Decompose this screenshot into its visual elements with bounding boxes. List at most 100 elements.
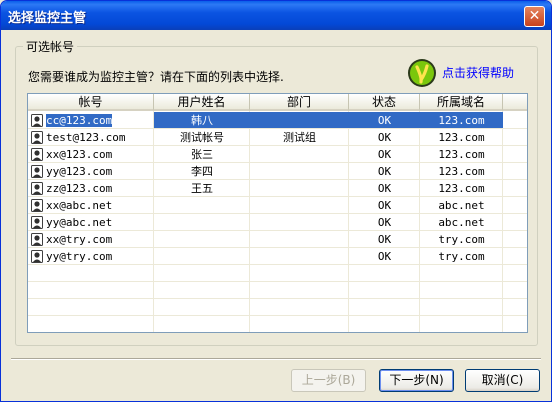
separator xyxy=(11,358,541,360)
username-cell xyxy=(154,197,250,214)
username-cell: 韩八 xyxy=(154,112,250,129)
account-text: xx@try.com xyxy=(46,233,113,246)
department-cell xyxy=(250,197,349,214)
account-text: cc@123.com xyxy=(44,113,114,128)
account-text: xx@abc.net xyxy=(46,199,113,212)
table-row[interactable]: xx@try.com OK try.com xyxy=(28,231,527,248)
username-cell: 测试帐号 xyxy=(180,131,224,144)
status-cell: OK xyxy=(377,165,392,178)
status-cell: OK xyxy=(377,199,392,212)
table-row[interactable]: zz@123.com 王五 OK 123.com xyxy=(28,180,527,197)
grid-line xyxy=(28,128,527,129)
column-header-domain[interactable]: 所属域名 xyxy=(420,94,503,111)
table-row[interactable]: yy@123.com 李四 OK 123.com xyxy=(28,163,527,180)
account-cell: xx@123.com xyxy=(28,146,154,163)
department-cell: 测试组 xyxy=(283,131,316,144)
grid-line xyxy=(28,247,527,248)
user-icon xyxy=(31,165,43,178)
username-cell xyxy=(154,231,250,248)
user-icon xyxy=(31,131,43,144)
user-icon xyxy=(31,199,43,212)
account-text: yy@abc.net xyxy=(46,216,113,229)
username-cell: 王五 xyxy=(191,182,213,195)
help-link[interactable]: 点击获得帮助 xyxy=(442,64,514,81)
status-cell: OK xyxy=(377,250,392,263)
domain-cell: 123.com xyxy=(438,182,485,195)
status-cell: OK xyxy=(349,112,420,129)
grid-line xyxy=(28,145,527,146)
department-cell xyxy=(250,112,349,129)
status-cell: OK xyxy=(377,148,392,161)
account-cell: test@123.com xyxy=(28,129,154,146)
user-icon xyxy=(31,250,43,263)
username-cell xyxy=(154,214,250,231)
department-cell xyxy=(250,146,349,163)
domain-cell: 123.com xyxy=(420,112,503,129)
account-cell: xx@abc.net xyxy=(28,197,154,214)
account-cell: yy@try.com xyxy=(28,248,154,265)
dialog-window: 选择监控主管 ✕ 可选帐号 您需要谁成为监控主管？请在下面的列表中选择. 点击获… xyxy=(0,0,552,402)
table-row[interactable]: cc@123.com 韩八 OK 123.com xyxy=(28,112,527,129)
title-bar[interactable]: 选择监控主管 ✕ xyxy=(1,1,551,30)
username-cell: 张三 xyxy=(191,148,213,161)
username-cell xyxy=(154,248,250,265)
column-header-filler xyxy=(503,94,527,111)
grid-line xyxy=(28,179,527,180)
department-cell xyxy=(250,231,349,248)
user-icon xyxy=(31,216,43,229)
domain-cell: 123.com xyxy=(438,131,485,144)
username-cell: 李四 xyxy=(191,165,213,178)
table-row[interactable]: xx@123.com 张三 OK 123.com xyxy=(28,146,527,163)
cancel-button[interactable]: 取消(C) xyxy=(465,369,540,392)
account-list[interactable]: 帐号 用户姓名 部门 状态 所属域名 cc@123.com 韩八 OK 123.com… xyxy=(27,93,528,333)
status-cell: OK xyxy=(377,216,392,229)
account-cell: zz@123.com xyxy=(28,180,154,197)
account-text: yy@try.com xyxy=(46,250,113,263)
grid-line xyxy=(28,196,527,197)
status-cell: OK xyxy=(377,182,392,195)
close-button[interactable]: ✕ xyxy=(524,6,545,27)
account-cell: yy@abc.net xyxy=(28,214,154,231)
department-cell xyxy=(250,180,349,197)
group-label: 可选帐号 xyxy=(23,38,78,55)
account-text: yy@123.com xyxy=(46,165,113,178)
account-cell: xx@try.com xyxy=(28,231,154,248)
grid-line xyxy=(28,162,527,163)
grid-line xyxy=(28,213,527,214)
account-cell: cc@123.com xyxy=(28,112,154,129)
user-icon xyxy=(31,182,43,195)
department-cell xyxy=(250,214,349,231)
column-header-username[interactable]: 用户姓名 xyxy=(154,94,250,111)
table-row[interactable]: yy@abc.net OK abc.net xyxy=(28,214,527,231)
domain-cell: try.com xyxy=(438,233,485,246)
department-cell xyxy=(250,248,349,265)
column-header-status[interactable]: 状态 xyxy=(349,94,420,111)
account-text: test@123.com xyxy=(46,131,126,144)
table-row[interactable]: yy@try.com OK try.com xyxy=(28,248,527,265)
grid-line xyxy=(28,230,527,231)
column-header-department[interactable]: 部门 xyxy=(250,94,349,111)
status-cell: OK xyxy=(377,131,392,144)
domain-cell: try.com xyxy=(438,250,485,263)
table-row[interactable]: xx@abc.net OK abc.net xyxy=(28,197,527,214)
domain-cell: abc.net xyxy=(438,216,485,229)
domain-cell: 123.com xyxy=(438,148,485,161)
next-button[interactable]: 下一步(N) xyxy=(379,369,454,392)
window-title: 选择监控主管 xyxy=(8,11,87,26)
help-icon[interactable] xyxy=(407,58,437,88)
account-cell: yy@123.com xyxy=(28,163,154,180)
user-icon xyxy=(31,114,43,127)
department-cell xyxy=(250,163,349,180)
table-row[interactable]: test@123.com 测试帐号 测试组 OK 123.com xyxy=(28,129,527,146)
grid-line xyxy=(28,264,527,265)
user-icon xyxy=(31,148,43,161)
grid-line xyxy=(28,281,527,282)
domain-cell: 123.com xyxy=(438,165,485,178)
account-text: xx@123.com xyxy=(46,148,113,161)
grid-line xyxy=(28,332,527,333)
list-header: 帐号 用户姓名 部门 状态 所属域名 xyxy=(28,94,527,111)
user-icon xyxy=(31,233,43,246)
account-text: zz@123.com xyxy=(46,182,113,195)
prev-button[interactable]: 上一步(B) xyxy=(291,369,366,392)
column-header-account[interactable]: 帐号 xyxy=(28,94,154,111)
